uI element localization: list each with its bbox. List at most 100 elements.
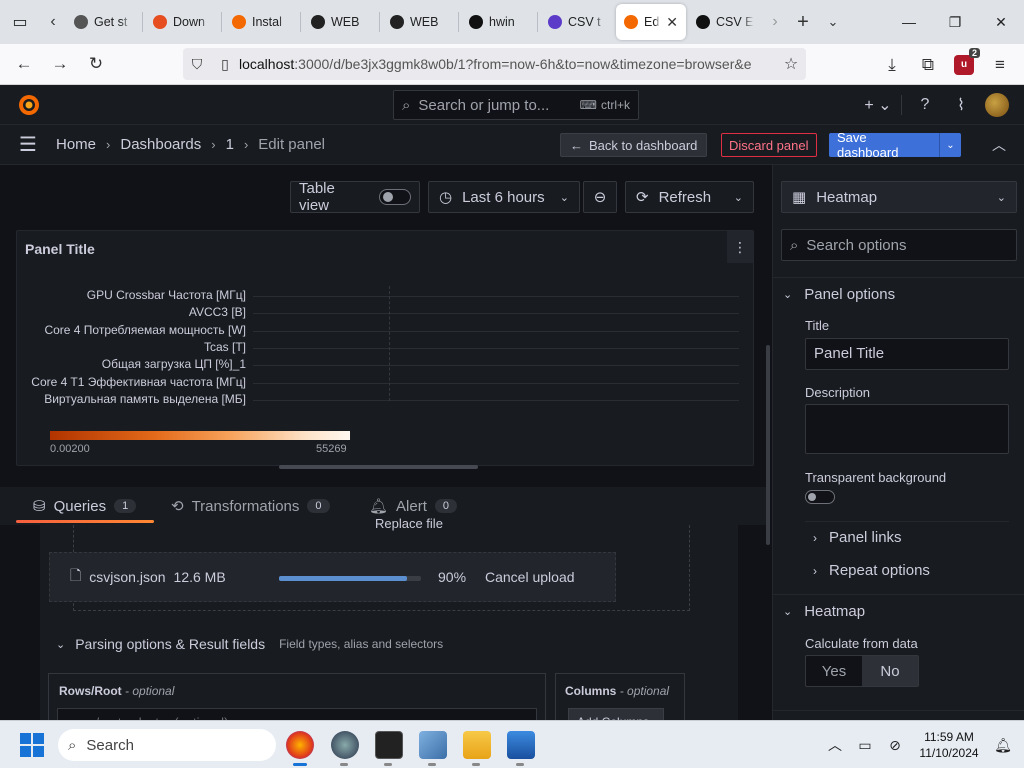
add-new-icon[interactable]: + ⌄: [861, 90, 895, 120]
list-all-tabs-icon[interactable]: ⌄: [818, 14, 848, 30]
panel-resize-handle[interactable]: [279, 465, 478, 469]
tab-label: WEB: [331, 15, 360, 29]
back-to-dashboard-button[interactable]: ← Back to dashboard: [560, 133, 708, 157]
clock[interactable]: 11:59 AM 11/10/2024: [910, 729, 988, 761]
browser-tab[interactable]: Down: [145, 4, 219, 40]
search-options-input[interactable]: ⌕ Search options: [781, 229, 1017, 261]
panel-title: Panel Title: [25, 241, 95, 257]
heatmap-section[interactable]: ⌄ Heatmap: [783, 603, 865, 620]
option-yes[interactable]: Yes: [806, 656, 862, 686]
breadcrumb: Home › Dashboards › 1 › Edit panel: [56, 136, 325, 153]
back-icon[interactable]: ←: [6, 46, 42, 82]
heatmap-legend-max: 55269: [316, 443, 347, 455]
browser-tab[interactable]: WEB: [303, 4, 377, 40]
replace-file-label[interactable]: Replace file: [375, 516, 443, 531]
windows-start-icon[interactable]: [20, 733, 44, 757]
heatmap-row-label: Core 4 T1 Эффективная частота [МГц]: [31, 374, 246, 389]
title-input[interactable]: Panel Title: [805, 338, 1009, 370]
folder-icon[interactable]: [463, 731, 491, 759]
option-no[interactable]: No: [862, 656, 918, 686]
cancel-upload-button[interactable]: Cancel upload: [485, 569, 575, 585]
reload-icon[interactable]: ↻: [78, 46, 114, 82]
description-input[interactable]: [805, 404, 1009, 454]
panel-menu-icon[interactable]: ⋮: [727, 231, 753, 263]
breadcrumb-dashboard[interactable]: 1: [226, 136, 234, 153]
table-view-toggle[interactable]: Table view: [290, 180, 420, 214]
menu-hamburger-icon[interactable]: ☰: [0, 132, 56, 157]
shield-icon[interactable]: ⛉: [183, 56, 211, 73]
visualization-picker[interactable]: ▦ Heatmap ⌄: [781, 181, 1017, 213]
breadcrumb-dashboards[interactable]: Dashboards: [120, 136, 201, 153]
chevron-down-icon[interactable]: ⌄: [939, 133, 961, 157]
toggle-switch[interactable]: [379, 189, 411, 205]
browser-tab[interactable]: hwin: [461, 4, 535, 40]
news-feed-icon[interactable]: ⌇: [944, 90, 978, 120]
tab-transformations[interactable]: ⟲ Transformations 0: [171, 487, 330, 525]
transparent-background-toggle[interactable]: [805, 490, 835, 504]
browser-tab[interactable]: Edi ✕: [616, 4, 686, 40]
avatar: [985, 93, 1009, 117]
scroll-tabs-left-icon[interactable]: ‹: [40, 0, 66, 44]
chevron-up-icon[interactable]: ︿: [992, 135, 1006, 155]
display-icon[interactable]: ▭: [850, 737, 880, 754]
breadcrumb-home[interactable]: Home: [56, 136, 96, 153]
chart-app-icon[interactable]: [507, 731, 535, 759]
browser-tab[interactable]: CSV t: [540, 4, 614, 40]
help-icon[interactable]: ?: [908, 90, 942, 120]
refresh-button[interactable]: ⟳ Refresh ⌄: [625, 181, 754, 213]
settings-gear-icon[interactable]: [331, 731, 359, 759]
browser-tab[interactable]: Get st: [66, 4, 140, 40]
zoom-out-icon[interactable]: ⊖: [583, 181, 617, 213]
forward-icon[interactable]: →: [42, 46, 78, 82]
editor-scrollbar[interactable]: [766, 345, 770, 545]
breadcrumb-current: Edit panel: [258, 136, 325, 153]
breadcrumb-bar: ☰ Home › Dashboards › 1 › Edit panel ← Ba…: [0, 125, 1024, 165]
page-info-icon[interactable]: ▯: [211, 56, 239, 73]
taskbar-search[interactable]: ⌕ Search: [58, 729, 276, 761]
bell-icon: 🔔︎: [369, 498, 389, 515]
restore-icon[interactable]: ❐: [932, 0, 978, 44]
chevron-up-icon[interactable]: ︿: [820, 735, 850, 755]
time-range-picker[interactable]: ◷ Last 6 hours ⌄: [428, 181, 580, 213]
save-dashboard-button[interactable]: Save dashboard ⌄: [829, 130, 961, 160]
grafana-logo-icon[interactable]: [17, 93, 41, 117]
ublock-icon[interactable]: u2: [946, 47, 982, 83]
upload-file-row: 🗋︎ csvjson.json 12.6 MB 90% Cancel uploa…: [49, 552, 616, 602]
close-tab-icon[interactable]: ✕: [666, 14, 678, 31]
panel-options-section[interactable]: ⌄ Panel options: [783, 286, 895, 303]
heatmap-legend-min: 0.00200: [50, 443, 90, 455]
bookmark-star-icon[interactable]: ☆: [776, 54, 806, 74]
rows-root-input[interactable]: rows/root selector (optional): [57, 708, 537, 720]
url-bar[interactable]: ⛉ ▯ localhost:3000/d/be3jx3ggmk8w0b/1?fr…: [183, 48, 806, 80]
terminal-icon[interactable]: [375, 731, 403, 759]
browser-tab[interactable]: WEB: [382, 4, 456, 40]
notifications-bell-icon[interactable]: 🔔︎: [988, 737, 1018, 754]
browser-tab[interactable]: CSV E: [688, 4, 762, 40]
close-window-icon[interactable]: ✕: [978, 0, 1024, 44]
description-label: Description: [805, 385, 871, 400]
user-avatar[interactable]: [980, 90, 1014, 120]
minimize-icon[interactable]: —: [886, 0, 932, 44]
network-icon[interactable]: ⊘: [880, 737, 910, 754]
tab-favicon-icon: [311, 15, 325, 29]
monitor-app-icon[interactable]: [419, 731, 447, 759]
scroll-tabs-right-icon[interactable]: ›: [762, 0, 788, 44]
tab-favicon-icon: [153, 15, 167, 29]
chevron-right-icon: ›: [813, 563, 817, 578]
repeat-options-section[interactable]: › Repeat options: [813, 562, 930, 579]
search-bar[interactable]: ⌕ Search or jump to... ⌨ ctrl+k: [393, 90, 639, 120]
extensions-icon[interactable]: ⧉: [910, 47, 946, 83]
discard-panel-button[interactable]: Discard panel: [721, 133, 817, 157]
tab-list-icon[interactable]: ▭: [0, 0, 40, 44]
browser-tab[interactable]: Instal: [224, 4, 298, 40]
parsing-options-header[interactable]: ⌄ Parsing options & Result fields Field …: [40, 625, 738, 663]
new-tab-icon[interactable]: +: [788, 11, 818, 34]
downloads-icon[interactable]: ⤓: [874, 47, 910, 83]
calculate-from-data-toggle: Yes No: [805, 655, 919, 687]
firefox-icon[interactable]: [286, 731, 314, 759]
menu-icon[interactable]: ≡: [982, 47, 1018, 83]
url-text[interactable]: localhost:3000/d/be3jx3ggmk8w0b/1?from=n…: [239, 56, 776, 72]
panel-links-section[interactable]: › Panel links: [813, 529, 902, 546]
add-columns-button[interactable]: Add Columns: [568, 708, 664, 720]
tab-favicon-icon: [548, 15, 562, 29]
